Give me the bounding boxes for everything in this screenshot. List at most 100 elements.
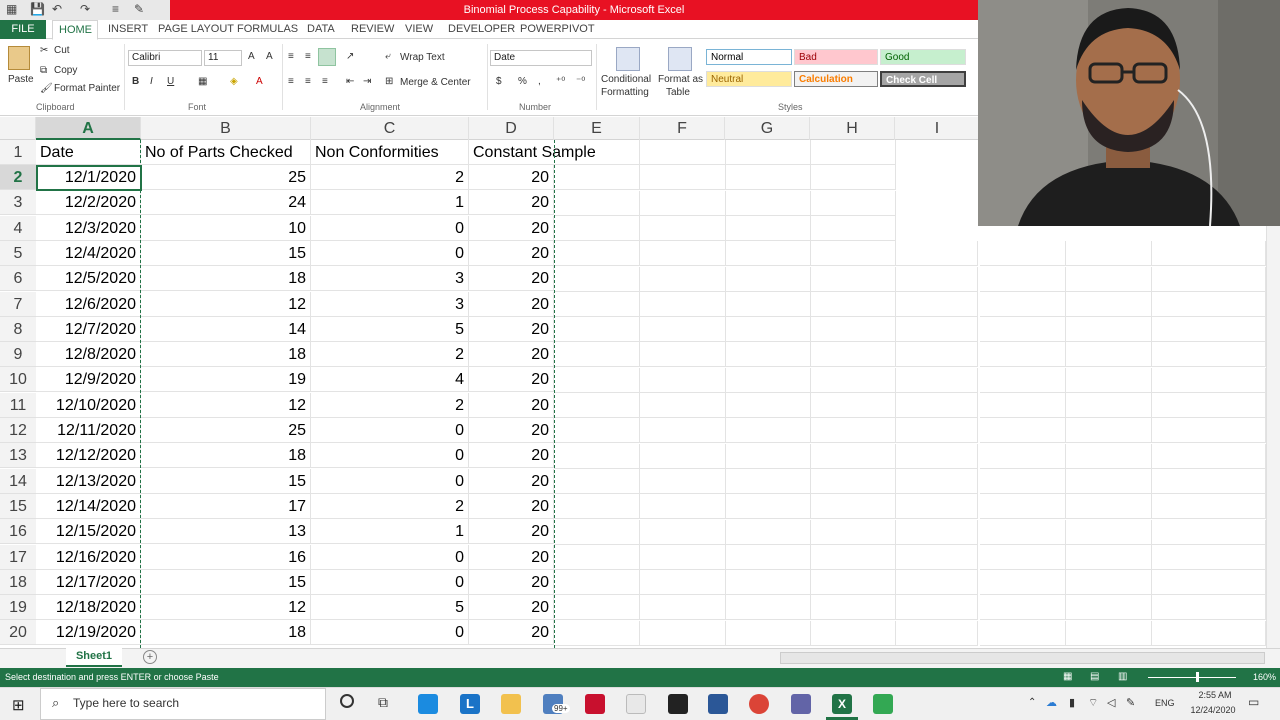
empty-cell[interactable] — [1066, 393, 1152, 418]
non-conformities-cell[interactable]: 0 — [311, 620, 469, 646]
tab-insert[interactable]: INSERT — [102, 20, 154, 39]
windows-start-icon[interactable]: ⊞ — [12, 696, 25, 714]
empty-cell[interactable] — [1066, 468, 1152, 494]
date-cell[interactable]: 12/11/2020 — [36, 418, 141, 443]
underline-button[interactable]: U — [167, 76, 174, 87]
tab-file[interactable]: FILE — [0, 20, 46, 39]
non-conformities-cell[interactable]: 5 — [311, 595, 469, 621]
empty-cell[interactable] — [980, 291, 1066, 317]
empty-cell[interactable] — [895, 367, 978, 393]
top-align-icon[interactable]: ≡ — [288, 51, 294, 62]
cut-button[interactable]: Cut — [54, 45, 70, 56]
row-header[interactable]: 7 — [0, 291, 36, 317]
style-check-cell[interactable]: Check Cell — [880, 71, 966, 87]
empty-cell[interactable] — [554, 140, 640, 165]
empty-cell[interactable] — [640, 342, 726, 368]
empty-cell[interactable] — [980, 342, 1066, 368]
non-conformities-cell[interactable]: 0 — [311, 468, 469, 494]
style-normal[interactable]: Normal — [706, 49, 792, 65]
parts-checked-cell[interactable]: 18 — [141, 342, 311, 368]
empty-cell[interactable] — [1152, 291, 1266, 317]
empty-cell[interactable] — [895, 494, 978, 520]
align-right-icon[interactable]: ≡ — [322, 76, 328, 87]
style-neutral[interactable]: Neutral — [706, 71, 792, 87]
row-header[interactable]: 3 — [0, 190, 36, 216]
sheet-tab[interactable]: Sheet1 — [66, 648, 122, 667]
empty-cell[interactable] — [1066, 620, 1152, 646]
column-header-c[interactable]: C — [311, 117, 469, 140]
empty-cell[interactable] — [725, 393, 811, 418]
non-conformities-cell[interactable]: 2 — [311, 392, 469, 418]
header-cell-non-conformities[interactable]: Non Conformities — [311, 140, 469, 165]
empty-cell[interactable] — [980, 494, 1066, 520]
empty-cell[interactable] — [980, 367, 1066, 393]
show-hidden-icons-icon[interactable]: ⌃ — [1028, 697, 1036, 708]
date-cell[interactable]: 12/8/2020 — [36, 342, 141, 368]
constant-sample-cell[interactable]: 20 — [469, 569, 554, 595]
font-size-combo[interactable]: 11 — [204, 50, 242, 66]
empty-cell[interactable] — [810, 519, 896, 545]
parts-checked-cell[interactable]: 25 — [141, 418, 311, 443]
empty-cell[interactable] — [980, 266, 1066, 292]
empty-cell[interactable] — [640, 494, 726, 520]
bold-button[interactable]: B — [132, 76, 139, 87]
zoom-slider-thumb[interactable] — [1196, 672, 1199, 682]
empty-cell[interactable] — [725, 620, 811, 646]
header-cell-parts-checked[interactable]: No of Parts Checked — [141, 140, 311, 165]
merge-center-button[interactable]: Merge & Center — [400, 77, 471, 88]
customize-qat-icon[interactable]: ≡ — [112, 2, 119, 16]
empty-cell[interactable] — [554, 266, 640, 292]
parts-checked-cell[interactable]: 12 — [141, 291, 311, 317]
format-as-table-label-1[interactable]: Format as — [658, 74, 703, 85]
align-left-icon[interactable]: ≡ — [288, 76, 294, 87]
empty-cell[interactable] — [640, 215, 726, 241]
teams-icon[interactable] — [791, 694, 811, 714]
empty-cell[interactable] — [640, 468, 726, 494]
non-conformities-cell[interactable]: 2 — [311, 342, 469, 368]
empty-cell[interactable] — [554, 367, 640, 393]
empty-cell[interactable] — [980, 468, 1066, 494]
parts-checked-cell[interactable]: 12 — [141, 392, 311, 418]
row-header[interactable]: 14 — [0, 468, 36, 494]
copy-icon[interactable]: ⧉ — [40, 65, 47, 76]
app-l-icon[interactable]: L — [460, 694, 480, 714]
date-cell[interactable]: 12/10/2020 — [36, 392, 141, 418]
file-explorer-icon[interactable] — [501, 694, 521, 714]
non-conformities-cell[interactable]: 0 — [311, 569, 469, 595]
constant-sample-cell[interactable]: 20 — [469, 620, 554, 646]
non-conformities-cell[interactable]: 4 — [311, 367, 469, 393]
tab-view[interactable]: VIEW — [399, 20, 439, 39]
empty-cell[interactable] — [810, 266, 896, 292]
empty-cell[interactable] — [640, 418, 726, 444]
empty-cell[interactable] — [725, 291, 811, 317]
empty-cell[interactable] — [554, 544, 640, 570]
empty-cell[interactable] — [1152, 494, 1266, 520]
fill-color-icon[interactable]: ◈ — [230, 76, 238, 87]
empty-cell[interactable] — [554, 620, 640, 646]
constant-sample-cell[interactable]: 20 — [469, 392, 554, 418]
date-cell[interactable]: 12/12/2020 — [36, 443, 141, 469]
empty-cell[interactable] — [810, 140, 896, 165]
number-format-combo[interactable]: Date — [490, 50, 592, 66]
empty-cell[interactable] — [725, 544, 811, 570]
empty-cell[interactable] — [640, 570, 726, 596]
row-header[interactable]: 8 — [0, 316, 36, 342]
empty-cell[interactable] — [1152, 393, 1266, 418]
row-header[interactable]: 2 — [0, 165, 36, 190]
empty-cell[interactable] — [640, 140, 726, 165]
empty-cell[interactable] — [554, 317, 640, 343]
date-cell[interactable]: 12/6/2020 — [36, 291, 141, 317]
paste-button[interactable]: Paste — [8, 74, 34, 85]
column-header-b[interactable]: B — [141, 117, 311, 140]
row-header[interactable]: 12 — [0, 418, 36, 443]
paint-icon[interactable] — [626, 694, 646, 714]
font-name-combo[interactable]: Calibri — [128, 50, 202, 66]
constant-sample-cell[interactable]: 20 — [469, 544, 554, 570]
empty-cell[interactable] — [640, 393, 726, 418]
empty-cell[interactable] — [640, 620, 726, 646]
parts-checked-cell[interactable]: 18 — [141, 266, 311, 292]
tab-developer[interactable]: DEVELOPER — [442, 20, 521, 39]
empty-cell[interactable] — [1152, 443, 1266, 469]
excel-app-icon[interactable]: ▦ — [6, 2, 17, 16]
empty-cell[interactable] — [895, 570, 978, 596]
